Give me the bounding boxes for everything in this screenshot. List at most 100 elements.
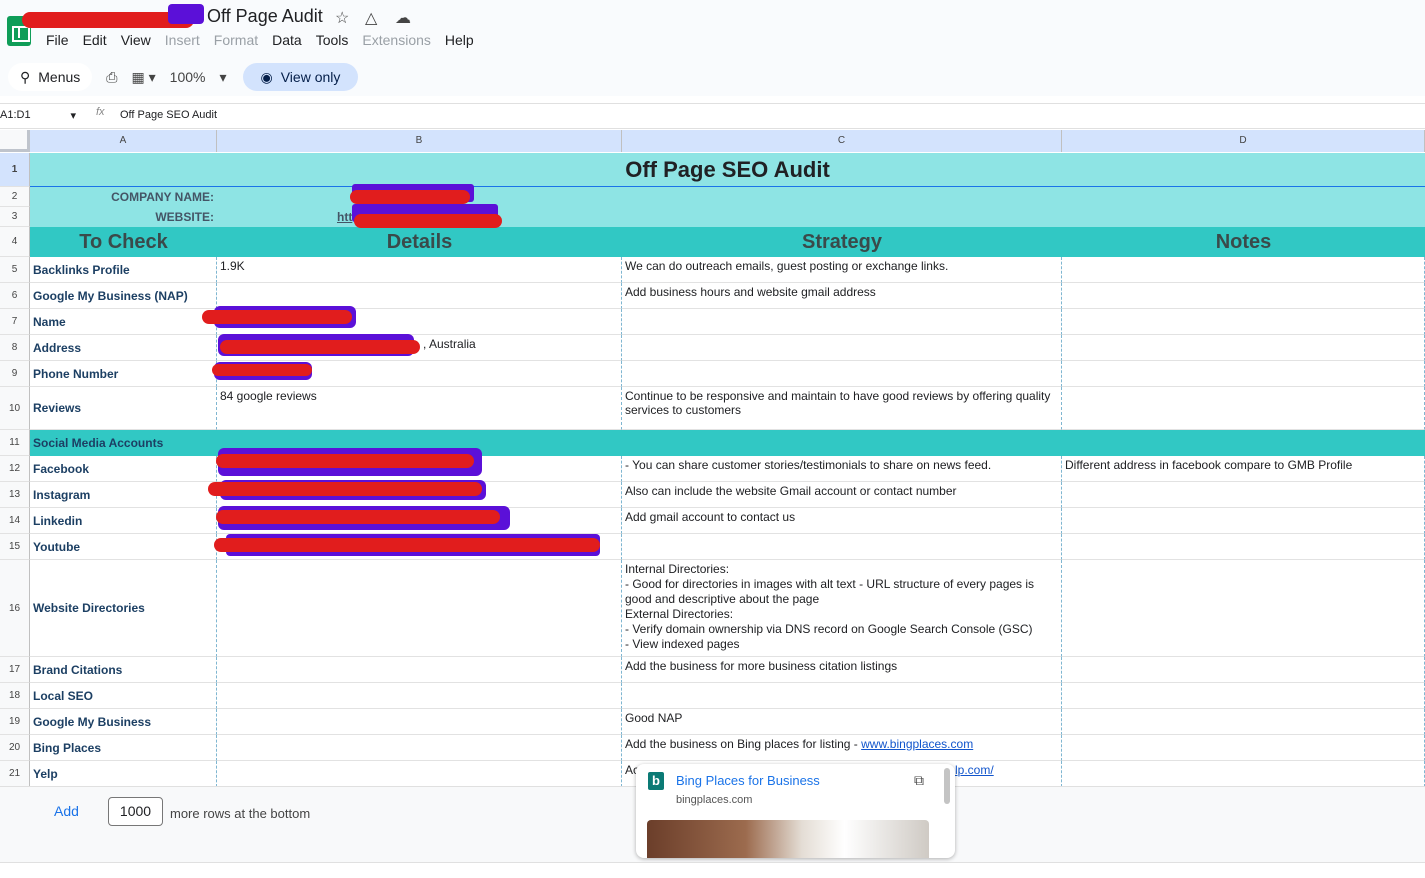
cell-d[interactable] (1062, 761, 1425, 786)
cell-b[interactable] (217, 761, 622, 786)
cell-a[interactable]: Google My Business (30, 709, 217, 735)
cell-c[interactable] (622, 361, 1062, 387)
cell-d[interactable] (1062, 257, 1425, 283)
cell-a[interactable]: Youtube (30, 534, 217, 560)
website-link[interactable]: htt (337, 210, 352, 224)
cell-d[interactable] (1062, 508, 1425, 534)
add-rows-button[interactable]: Add (54, 803, 79, 819)
sheet-title-cell[interactable]: Off Page SEO Audit (30, 153, 1425, 187)
cell-a[interactable]: Instagram (30, 482, 217, 508)
cell-d[interactable] (1062, 683, 1425, 709)
cell-a[interactable]: Brand Citations (30, 657, 217, 683)
copy-icon[interactable]: ⧉ (914, 772, 924, 789)
cell-b[interactable]: 1.9K (217, 257, 622, 283)
move-to-drive-icon[interactable]: △ (365, 8, 377, 28)
cell-a[interactable]: Website Directories (30, 560, 217, 657)
column-header-c[interactable]: C (622, 130, 1062, 152)
cell-d[interactable] (1062, 283, 1425, 309)
cell-c[interactable]: We can do outreach emails, guest posting… (622, 257, 1062, 283)
cell-c[interactable] (622, 335, 1062, 361)
sheet-view-icon[interactable]: ▦ ▾ (132, 69, 156, 86)
row-number[interactable]: 20 (0, 735, 30, 761)
header-strategy[interactable]: Strategy (622, 227, 1062, 257)
name-box[interactable]: A1:D1 ▾ (0, 109, 80, 122)
menu-view[interactable]: View (121, 32, 151, 48)
cell-b[interactable] (217, 560, 622, 657)
cell-c[interactable]: Internal Directories: - Good for directo… (622, 560, 1062, 657)
row-number[interactable]: 4 (0, 227, 30, 257)
rows-count-input[interactable]: 1000 (108, 797, 163, 826)
cell-a[interactable]: Address (30, 335, 217, 361)
row-number[interactable]: 17 (0, 657, 30, 683)
cell-a[interactable]: Linkedin (30, 508, 217, 534)
cell-a[interactable]: Name (30, 309, 217, 335)
row-number[interactable]: 21 (0, 761, 30, 786)
cell-d[interactable] (1062, 709, 1425, 735)
cell-d[interactable] (1062, 335, 1425, 361)
header-to-check[interactable]: To Check (30, 227, 217, 257)
header-notes[interactable]: Notes (1062, 227, 1425, 257)
header-details[interactable]: Details (217, 227, 622, 257)
menu-tools[interactable]: Tools (316, 32, 349, 48)
cell-b[interactable] (217, 657, 622, 683)
row-number[interactable]: 7 (0, 309, 30, 335)
row-number[interactable]: 6 (0, 283, 30, 309)
star-icon[interactable]: ☆ (335, 8, 349, 28)
cell-d[interactable] (1062, 482, 1425, 508)
row-number[interactable]: 5 (0, 257, 30, 283)
cell-c[interactable]: Continue to be responsive and maintain t… (622, 387, 1062, 430)
menu-file[interactable]: File (46, 32, 69, 48)
row-number[interactable]: 12 (0, 456, 30, 482)
popup-scrollbar[interactable] (944, 768, 950, 804)
cell-c[interactable]: Add the business on Bing places for list… (622, 735, 1062, 761)
cell-b[interactable] (217, 709, 622, 735)
row-number[interactable]: 16 (0, 560, 30, 657)
row-number[interactable]: 8 (0, 335, 30, 361)
row-number[interactable]: 19 (0, 709, 30, 735)
cell-b[interactable]: 84 google reviews (217, 387, 622, 430)
cell-b[interactable] (217, 735, 622, 761)
menu-help[interactable]: Help (445, 32, 474, 48)
chevron-down-icon[interactable]: ▾ (70, 109, 76, 122)
cell-c[interactable]: Add business hours and website gmail add… (622, 283, 1062, 309)
cell-c[interactable]: Also can include the website Gmail accou… (622, 482, 1062, 508)
bingplaces-link[interactable]: www.bingplaces.com (861, 737, 973, 751)
row-number[interactable]: 10 (0, 387, 30, 430)
cell-c[interactable] (622, 309, 1062, 335)
row-number[interactable]: 18 (0, 683, 30, 709)
row-number[interactable]: 13 (0, 482, 30, 508)
menu-edit[interactable]: Edit (83, 32, 107, 48)
cell-a[interactable]: Backlinks Profile (30, 257, 217, 283)
cell-b[interactable] (217, 683, 622, 709)
cell-d[interactable] (1062, 387, 1425, 430)
column-header-a[interactable]: A (30, 130, 217, 152)
row-number[interactable]: 15 (0, 534, 30, 560)
row-number[interactable]: 11 (0, 430, 30, 456)
cell-c[interactable]: Add the business for more business citat… (622, 657, 1062, 683)
cell-d[interactable] (1062, 735, 1425, 761)
row-number[interactable]: 3 (0, 207, 30, 227)
select-all-corner[interactable] (0, 130, 30, 152)
cell-d[interactable] (1062, 657, 1425, 683)
cell-a[interactable]: Bing Places (30, 735, 217, 761)
cell-a[interactable]: Facebook (30, 456, 217, 482)
yelp-link[interactable]: lp.com/ (955, 763, 994, 777)
view-only-button[interactable]: ◉ View only (242, 63, 359, 91)
cell-d[interactable] (1062, 309, 1425, 335)
cell-c[interactable] (622, 534, 1062, 560)
menu-data[interactable]: Data (272, 32, 302, 48)
row-number[interactable]: 9 (0, 361, 30, 387)
cell-a[interactable]: Google My Business (NAP) (30, 283, 217, 309)
cell-c[interactable]: - You can share customer stories/testimo… (622, 456, 1062, 482)
cell-d[interactable] (1062, 534, 1425, 560)
formula-content[interactable]: Off Page SEO Audit (120, 109, 217, 121)
cell-d[interactable] (1062, 361, 1425, 387)
column-header-d[interactable]: D (1062, 130, 1425, 152)
cell-c[interactable]: Good NAP (622, 709, 1062, 735)
column-header-b[interactable]: B (217, 130, 622, 152)
row-number[interactable]: 14 (0, 508, 30, 534)
cell-d[interactable] (1062, 560, 1425, 657)
print-icon[interactable]: ⎙ (106, 69, 117, 86)
cell-a[interactable]: Yelp (30, 761, 217, 786)
cell-a[interactable]: Local SEO (30, 683, 217, 709)
